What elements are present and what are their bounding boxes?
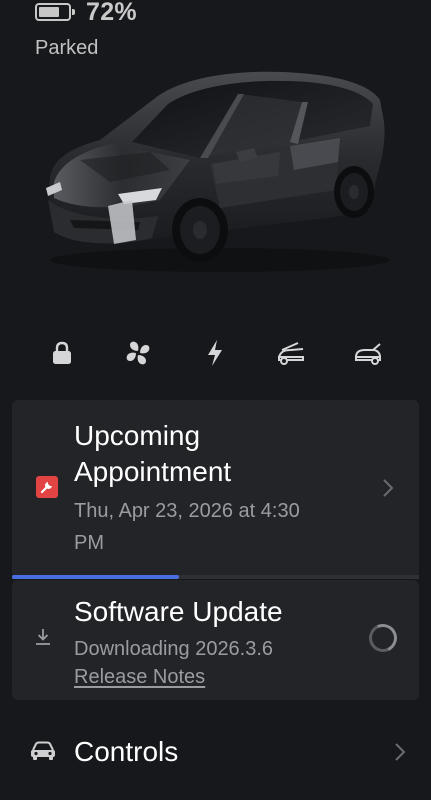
appointment-title-line2: Appointment [74, 456, 232, 487]
fan-icon [126, 341, 150, 365]
download-icon [36, 629, 50, 645]
chevron-right-icon [395, 743, 406, 761]
loading-spinner-icon [365, 620, 401, 656]
battery-level-fill [39, 7, 60, 17]
climate-button[interactable] [115, 330, 161, 376]
appointment-date-line1: Thu, Apr 23, 2026 at 4:30 [74, 500, 300, 522]
wrench-icon [36, 476, 58, 498]
software-update-title: Software Update [74, 596, 283, 627]
appointment-card[interactable]: Upcoming Appointment Thu, Apr 23, 2026 a… [12, 400, 419, 579]
quick-controls [0, 330, 431, 376]
appointment-title-line1: Upcoming [74, 420, 201, 451]
battery-icon [35, 3, 75, 21]
lightning-icon [208, 340, 222, 366]
controls-row[interactable]: Controls [0, 726, 431, 780]
trunk-button[interactable] [345, 330, 391, 376]
vehicle-state-label: Parked [35, 37, 99, 59]
car-image [46, 71, 390, 272]
software-update-card[interactable]: Software Update Downloading 2026.3.6 Rel… [12, 580, 419, 700]
trunk-icon [355, 343, 381, 365]
appointment-date-line2: PM [74, 532, 104, 554]
frunk-button[interactable] [268, 330, 314, 376]
car-icon [31, 741, 55, 760]
charge-button[interactable] [192, 330, 238, 376]
chevron-right-icon [383, 479, 394, 497]
battery-percentage: 72% [86, 0, 137, 26]
release-notes-link[interactable]: Release Notes [74, 661, 205, 693]
controls-label: Controls [74, 736, 179, 767]
appointment-progress-bar [12, 575, 419, 579]
lock-button[interactable] [39, 330, 85, 376]
lock-icon [53, 341, 71, 364]
progress-fill [12, 575, 179, 579]
frunk-icon [278, 342, 304, 365]
